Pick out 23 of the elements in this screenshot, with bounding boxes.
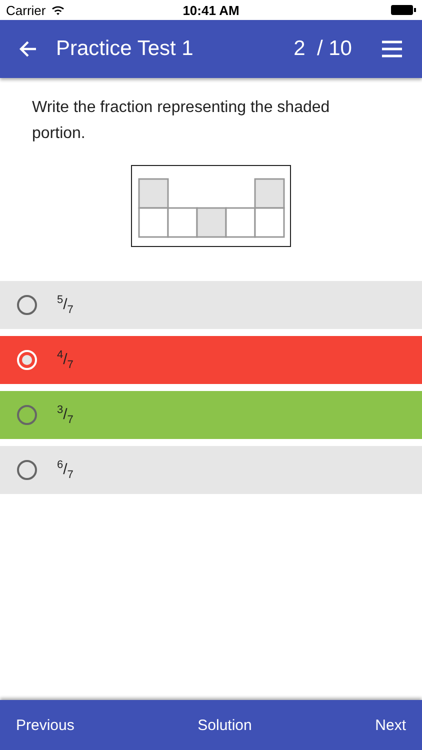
screen-title: Practice Test 1	[56, 37, 194, 61]
radio-button[interactable]	[17, 460, 37, 480]
answer-option[interactable]: $^{4}$/$_{7}$	[0, 336, 422, 384]
answer-option[interactable]: $^{6}$/$_{7}$	[0, 446, 422, 494]
fraction-label: $^{5}$/$_{7}$	[57, 294, 74, 316]
previous-button[interactable]: Previous	[16, 712, 74, 738]
fraction-label: $^{3}$/$_{7}$	[57, 404, 74, 426]
radio-button[interactable]	[17, 405, 37, 425]
question-counter: 2 / 10	[294, 37, 352, 61]
wifi-icon	[50, 4, 65, 16]
battery-icon	[391, 5, 416, 15]
radio-button[interactable]	[17, 295, 37, 315]
next-button[interactable]: Next	[375, 712, 406, 738]
menu-icon	[382, 40, 402, 58]
status-time: 10:41 AM	[182, 2, 240, 18]
back-arrow-icon	[18, 39, 38, 59]
answer-option[interactable]: $^{3}$/$_{7}$	[0, 391, 422, 439]
fraction-label: $^{6}$/$_{7}$	[57, 459, 74, 481]
answer-option[interactable]: $^{5}$/$_{7}$	[0, 281, 422, 329]
question-text: Write the fraction representing the shaded portion.	[32, 98, 331, 144]
solution-button[interactable]: Solution	[198, 712, 252, 738]
carrier-label: Carrier	[6, 2, 46, 18]
fraction-label: $^{4}$/$_{7}$	[57, 349, 74, 371]
